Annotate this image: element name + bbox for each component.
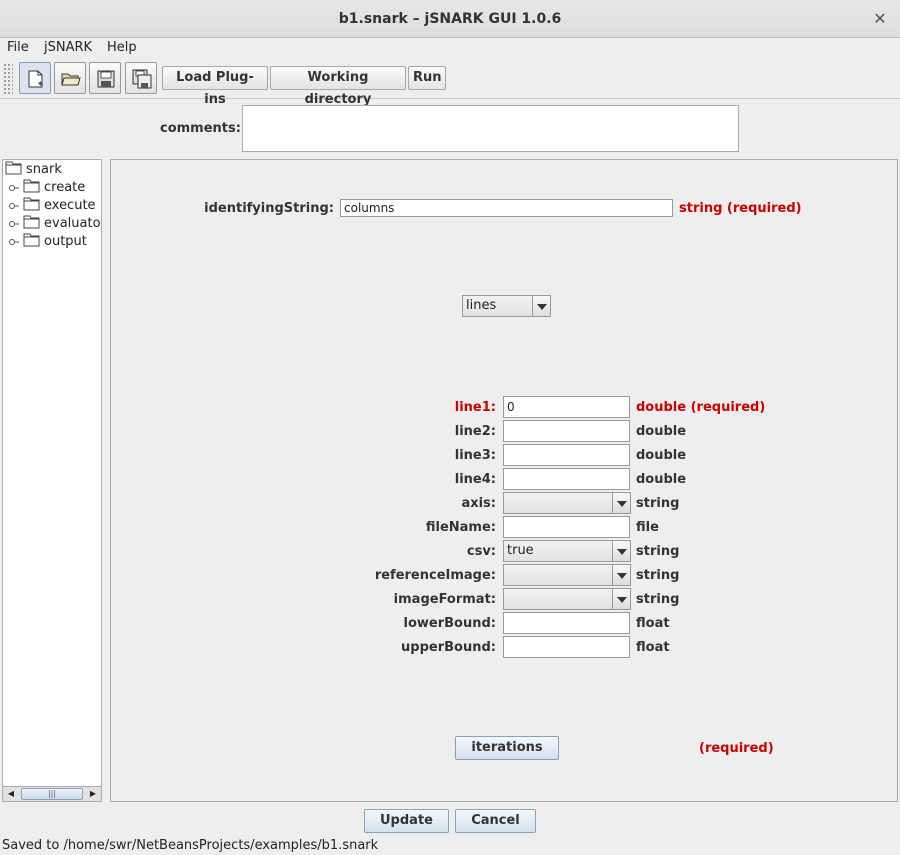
run-button[interactable]: Run bbox=[408, 66, 446, 90]
open-folder-icon[interactable] bbox=[54, 62, 86, 94]
lower-bound-input[interactable] bbox=[503, 612, 630, 634]
file-name-input[interactable] bbox=[503, 516, 630, 538]
type-selector-value: lines bbox=[466, 298, 497, 313]
line2-input[interactable] bbox=[503, 420, 630, 442]
folder-icon bbox=[23, 215, 40, 229]
line2-type: double bbox=[636, 424, 687, 439]
comments-label: comments: bbox=[160, 121, 241, 136]
tree-panel: snark create execute evaluator output bbox=[2, 159, 102, 802]
reference-image-combo[interactable] bbox=[503, 564, 631, 586]
tree-item-label: output bbox=[44, 234, 87, 249]
reference-image-type: string bbox=[636, 568, 680, 583]
tree-root[interactable]: snark bbox=[5, 161, 62, 179]
status-bar: Saved to /home/swr/NetBeansProjects/exam… bbox=[2, 838, 379, 853]
toolbar: Load Plug-ins Working directory Run bbox=[0, 59, 900, 107]
expand-handle-icon[interactable] bbox=[9, 183, 19, 193]
axis-combo[interactable] bbox=[503, 492, 631, 514]
line4-input[interactable] bbox=[503, 468, 630, 490]
menu-help[interactable]: Help bbox=[107, 40, 137, 55]
expand-handle-icon[interactable] bbox=[9, 219, 19, 229]
scroll-left-icon[interactable]: ◀ bbox=[4, 787, 18, 801]
working-directory-button[interactable]: Working directory bbox=[270, 66, 406, 107]
menubar: File jSNARK Help bbox=[0, 38, 900, 59]
line3-input[interactable] bbox=[503, 444, 630, 466]
folder-open-icon bbox=[5, 161, 22, 175]
line1-input[interactable]: 0 bbox=[503, 396, 630, 418]
line2-label: line2: bbox=[454, 424, 496, 439]
file-name-type: file bbox=[636, 520, 659, 535]
lower-bound-type: float bbox=[636, 616, 670, 631]
line4-type: double bbox=[636, 472, 687, 487]
close-icon[interactable]: ✕ bbox=[870, 0, 890, 38]
window-title: b1.snark – jSNARK GUI 1.0.6 bbox=[338, 11, 562, 27]
new-file-icon[interactable] bbox=[19, 62, 51, 94]
identifying-string-input[interactable]: columns bbox=[340, 199, 673, 217]
chevron-down-icon[interactable] bbox=[612, 493, 630, 513]
upper-bound-type: float bbox=[636, 640, 670, 655]
image-format-combo[interactable] bbox=[503, 588, 631, 610]
tree-item-evaluator[interactable]: evaluator bbox=[23, 215, 102, 233]
load-plugins-button[interactable]: Load Plug-ins bbox=[162, 66, 268, 107]
csv-label: csv: bbox=[466, 544, 496, 559]
tree-item-output[interactable]: output bbox=[23, 233, 87, 251]
cancel-button[interactable]: Cancel bbox=[455, 809, 536, 833]
menu-file[interactable]: File bbox=[7, 40, 29, 55]
folder-icon bbox=[23, 197, 40, 211]
save-icon[interactable] bbox=[89, 62, 121, 94]
folder-icon bbox=[23, 233, 40, 247]
split-pane-divider[interactable] bbox=[103, 159, 109, 802]
tree-item-label: execute bbox=[44, 198, 96, 213]
image-format-label: imageFormat: bbox=[393, 592, 496, 607]
iterations-required: (required) bbox=[699, 741, 774, 756]
csv-type: string bbox=[636, 544, 680, 559]
expand-handle-icon[interactable] bbox=[9, 201, 19, 211]
main-panel: identifyingString: columns string (requi… bbox=[110, 159, 898, 802]
expand-handle-icon[interactable] bbox=[9, 237, 19, 247]
line1-type: double (required) bbox=[636, 400, 766, 415]
window-titlebar: b1.snark – jSNARK GUI 1.0.6 ✕ bbox=[0, 0, 900, 38]
tree-item-create[interactable]: create bbox=[23, 179, 85, 197]
tree-root-label: snark bbox=[26, 162, 62, 177]
identifying-string-label: identifyingString: bbox=[204, 201, 334, 216]
chevron-down-icon[interactable] bbox=[612, 565, 630, 585]
comments-input[interactable] bbox=[242, 105, 739, 152]
line3-label: line3: bbox=[454, 448, 496, 463]
tree-item-label: evaluator bbox=[44, 216, 102, 231]
chevron-down-icon[interactable] bbox=[532, 296, 550, 316]
chevron-down-icon[interactable] bbox=[612, 541, 630, 561]
tree-item-execute[interactable]: execute bbox=[23, 197, 96, 215]
file-name-label: fileName: bbox=[425, 520, 496, 535]
identifying-string-type: string (required) bbox=[679, 201, 802, 216]
toolbar-grip-icon[interactable] bbox=[3, 63, 13, 95]
scroll-thumb[interactable]: ||| bbox=[21, 788, 83, 800]
line3-type: double bbox=[636, 448, 687, 463]
type-selector-combo[interactable]: lines bbox=[462, 295, 551, 317]
upper-bound-label: upperBound: bbox=[401, 640, 496, 655]
scroll-right-icon[interactable]: ▶ bbox=[86, 787, 100, 801]
csv-value: true bbox=[507, 543, 534, 558]
tree-horizontal-scrollbar[interactable]: ◀ ||| ▶ bbox=[2, 786, 102, 802]
lower-bound-label: lowerBound: bbox=[403, 616, 496, 631]
line1-label: line1: bbox=[454, 400, 496, 415]
folder-icon bbox=[23, 179, 40, 193]
tree-item-label: create bbox=[44, 180, 86, 195]
image-format-type: string bbox=[636, 592, 680, 607]
axis-type: string bbox=[636, 496, 680, 511]
iterations-button[interactable]: iterations bbox=[455, 736, 559, 760]
update-button[interactable]: Update bbox=[364, 809, 449, 833]
menu-jsnark[interactable]: jSNARK bbox=[44, 40, 92, 55]
save-as-icon[interactable] bbox=[125, 62, 157, 94]
line4-label: line4: bbox=[454, 472, 496, 487]
axis-label: axis: bbox=[461, 496, 496, 511]
csv-combo[interactable]: true bbox=[503, 540, 631, 562]
upper-bound-input[interactable] bbox=[503, 636, 630, 658]
reference-image-label: referenceImage: bbox=[374, 568, 496, 583]
chevron-down-icon[interactable] bbox=[612, 589, 630, 609]
